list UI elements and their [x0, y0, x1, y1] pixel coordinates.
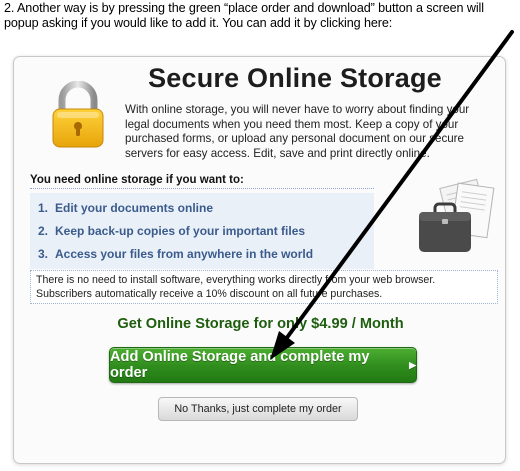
list-item: 3. Access your files from anywhere in the…: [38, 247, 313, 261]
list-item-text: Keep back-up copies of your important fi…: [55, 224, 306, 238]
add-online-storage-button[interactable]: Add Online Storage and complete my order…: [109, 347, 417, 383]
online-storage-dialog: Secure Online Storage With online storag…: [13, 56, 506, 464]
info-line-discount: Subscribers automatically receive a 10% …: [36, 288, 383, 300]
briefcase-icon: [419, 178, 495, 252]
padlock-icon: [52, 81, 104, 148]
list-item: 2. Keep back-up copies of your important …: [38, 224, 305, 238]
dialog-title: Secure Online Storage: [148, 63, 442, 93]
storage-description: With online storage, you will never have…: [125, 103, 470, 160]
benefits-list: 1. Edit your documents online 2. Keep back…: [30, 193, 374, 269]
info-box: There is no need to install software, ev…: [30, 270, 498, 304]
list-item-number: 3.: [38, 247, 49, 261]
info-line-software: There is no need to install software, ev…: [36, 274, 436, 286]
benefits-heading: You need online storage if you want to:: [30, 174, 374, 189]
no-thanks-button[interactable]: No Thanks, just complete my order: [158, 397, 358, 421]
play-arrow-icon: ▶: [409, 360, 416, 370]
list-item-number: 1.: [38, 201, 49, 215]
instruction-caption: 2. Another way is by pressing the green …: [4, 1, 484, 30]
price-offer: Get Online Storage for only $4.99 / Mont…: [117, 316, 404, 332]
list-item-number: 2.: [38, 224, 49, 238]
list-item-text: Access your files from anywhere in the w…: [55, 247, 314, 261]
list-item: 1. Edit your documents online: [38, 201, 213, 215]
add-button-label: Add Online Storage and complete my order: [110, 349, 370, 381]
list-item-text: Edit your documents online: [55, 201, 214, 215]
